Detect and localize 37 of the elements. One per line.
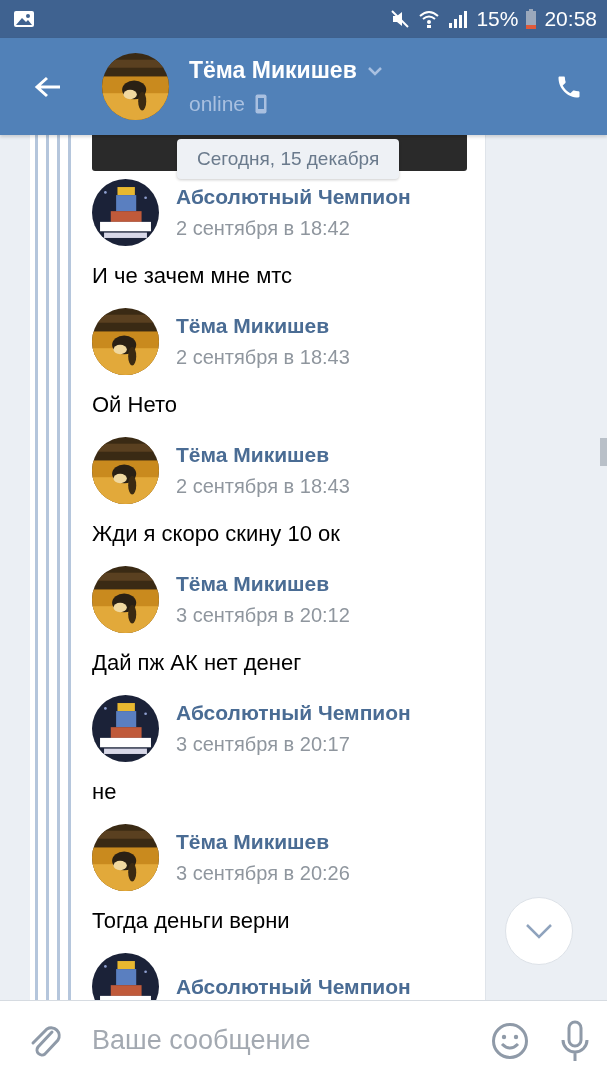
clock: 20:58 [544, 7, 597, 31]
message-text: Жди я скоро скину 10 ок [92, 521, 341, 547]
caret-icon[interactable] [366, 65, 383, 76]
battery-percent: 15% [476, 7, 519, 31]
message-time: 2 сентября в 18:43 [176, 475, 350, 498]
wifi-icon [418, 9, 441, 29]
mute-icon [390, 9, 411, 29]
smiley-icon [491, 1021, 529, 1060]
back-arrow-icon [34, 74, 62, 99]
scrollbar-thumb [600, 438, 607, 466]
sender-name[interactable]: Тёма Микишев [176, 572, 350, 596]
chevron-down-icon [525, 923, 553, 939]
online-status: online [189, 92, 246, 116]
sender-name[interactable]: Абсолютный Чемпион [176, 185, 411, 209]
contact-name[interactable]: Тёма Микишев [189, 57, 357, 84]
sender-name[interactable]: Абсолютный Чемпион [176, 974, 411, 999]
date-toast: Сегодня, 15 декабря [177, 139, 400, 179]
phone-device-icon [255, 94, 268, 114]
sender-name[interactable]: Тёма Микишев [176, 314, 350, 338]
message-text: не [92, 779, 118, 805]
sender-name[interactable]: Абсолютный Чемпион [176, 701, 411, 725]
message-time: 2 сентября в 18:42 [176, 217, 351, 240]
message-input[interactable]: Ваше сообщение [90, 1024, 491, 1057]
image-icon [13, 10, 35, 28]
message-text: Дай пж АК нет денег [92, 650, 303, 676]
battery-icon [526, 9, 537, 29]
message-time: 3 сентября в 20:12 [176, 604, 350, 627]
sender-name[interactable]: Тёма Микишев [176, 830, 350, 854]
message-text: Ой Нето [92, 392, 178, 418]
message-time: 3 сентября в 20:17 [176, 733, 351, 756]
message-text: И че зачем мне мтс [92, 263, 294, 289]
message-text: Тогда деньги верни [92, 908, 291, 934]
sender-name[interactable]: Тёма Микишев [176, 443, 350, 467]
signal-icon [448, 10, 469, 28]
message-time: 3 сентября в 20:26 [176, 862, 350, 885]
message-time: 2 сентября в 18:43 [176, 346, 350, 369]
microphone-icon [559, 1019, 591, 1062]
